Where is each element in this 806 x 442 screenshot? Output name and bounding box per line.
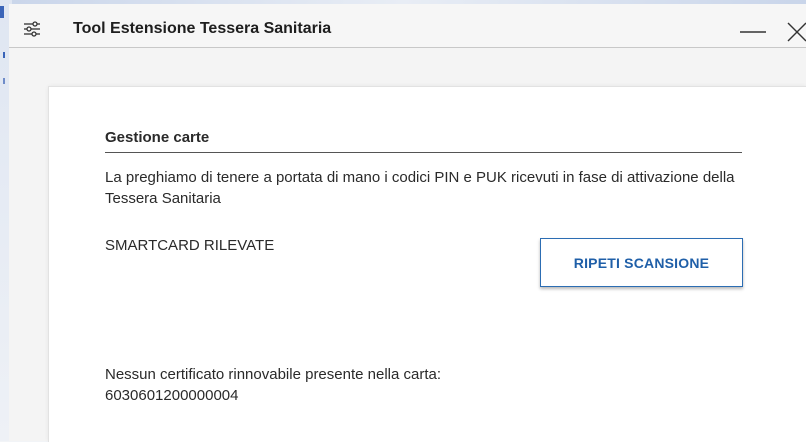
desktop-edge-mark xyxy=(3,52,5,58)
section-divider xyxy=(105,152,742,153)
close-icon xyxy=(787,22,806,42)
rescan-button[interactable]: RIPETI SCANSIONE xyxy=(540,238,743,287)
app-window: Tool Estensione Tessera Sanitaria Gestio… xyxy=(9,4,806,442)
close-button[interactable] xyxy=(784,16,806,44)
minimize-icon xyxy=(740,31,766,33)
minimize-button[interactable] xyxy=(738,16,768,44)
card-number: 6030601200000004 xyxy=(105,387,239,404)
intro-text: La preghiamo di tenere a portata di mano… xyxy=(105,169,735,207)
window-title: Tool Estensione Tessera Sanitaria xyxy=(73,20,332,37)
desktop-edge-mark xyxy=(0,6,4,18)
sliders-icon xyxy=(23,21,41,37)
smartcards-detected-label: SMARTCARD RILEVATE xyxy=(105,237,275,254)
certificate-status: Nessun certificato rinnovabile presente … xyxy=(105,364,765,406)
title-bar[interactable]: Tool Estensione Tessera Sanitaria xyxy=(9,4,806,48)
card-management-panel: Gestione carte La preghiamo di tenere a … xyxy=(48,86,806,442)
desktop-edge-mark xyxy=(3,78,5,84)
section-title: Gestione carte xyxy=(105,129,210,146)
status-message: Nessun certificato rinnovabile presente … xyxy=(105,366,442,383)
